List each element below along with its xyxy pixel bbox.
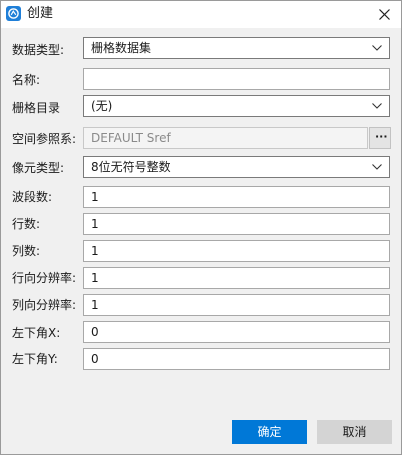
name-input[interactable]: [83, 68, 390, 90]
rows-label: 行数:: [12, 217, 41, 231]
close-button[interactable]: [371, 3, 397, 25]
raster-catalog-label: 栅格目录: [12, 101, 61, 115]
data-type-value: 栅格数据集: [91, 41, 152, 55]
lower-left-x-input[interactable]: 0: [83, 321, 390, 343]
chevron-down-icon: [372, 164, 382, 170]
pixel-type-value: 8位无符号整数: [91, 160, 171, 174]
band-count-input[interactable]: 1: [83, 186, 390, 208]
data-type-select[interactable]: 栅格数据集: [83, 37, 390, 59]
column-resolution-input[interactable]: 1: [83, 294, 390, 316]
columns-label: 列数:: [12, 244, 41, 258]
spatial-reference-input: DEFAULT Sref: [83, 127, 368, 149]
name-label: 名称:: [12, 73, 41, 87]
row-resolution-input[interactable]: 1: [83, 267, 390, 289]
band-count-label: 波段数:: [12, 190, 53, 204]
dialog-title: 创建: [27, 6, 54, 21]
pixel-type-label: 像元类型:: [12, 161, 65, 175]
create-dialog: 创建 数据类型: 栅格数据集 名称: 栅格目录 (无) 空间参照系: DEFAU…: [0, 0, 402, 455]
raster-catalog-select[interactable]: (无): [83, 95, 390, 117]
lower-left-y-input[interactable]: 0: [83, 348, 390, 370]
spatial-reference-browse-button[interactable]: ···: [369, 127, 391, 149]
data-type-label: 数据类型:: [12, 43, 65, 57]
browse-button-label: ···: [375, 130, 388, 143]
chevron-down-icon: [372, 45, 382, 51]
title-bar: 创建: [1, 1, 401, 28]
rows-input[interactable]: 1: [83, 213, 390, 235]
chevron-down-icon: [372, 103, 382, 109]
row-resolution-label: 行向分辨率:: [12, 271, 77, 285]
columns-input[interactable]: 1: [83, 240, 390, 262]
lower-left-x-label: 左下角X:: [12, 326, 61, 340]
ok-button[interactable]: 确定: [232, 420, 307, 444]
cancel-button[interactable]: 取消: [317, 420, 392, 444]
close-icon: [379, 9, 390, 20]
raster-catalog-value: (无): [91, 99, 113, 113]
spatial-reference-label: 空间参照系:: [12, 132, 77, 146]
lower-left-y-label: 左下角Y:: [12, 352, 58, 366]
pixel-type-select[interactable]: 8位无符号整数: [83, 156, 390, 178]
column-resolution-label: 列向分辨率:: [12, 298, 77, 312]
app-logo-icon: [6, 6, 21, 21]
